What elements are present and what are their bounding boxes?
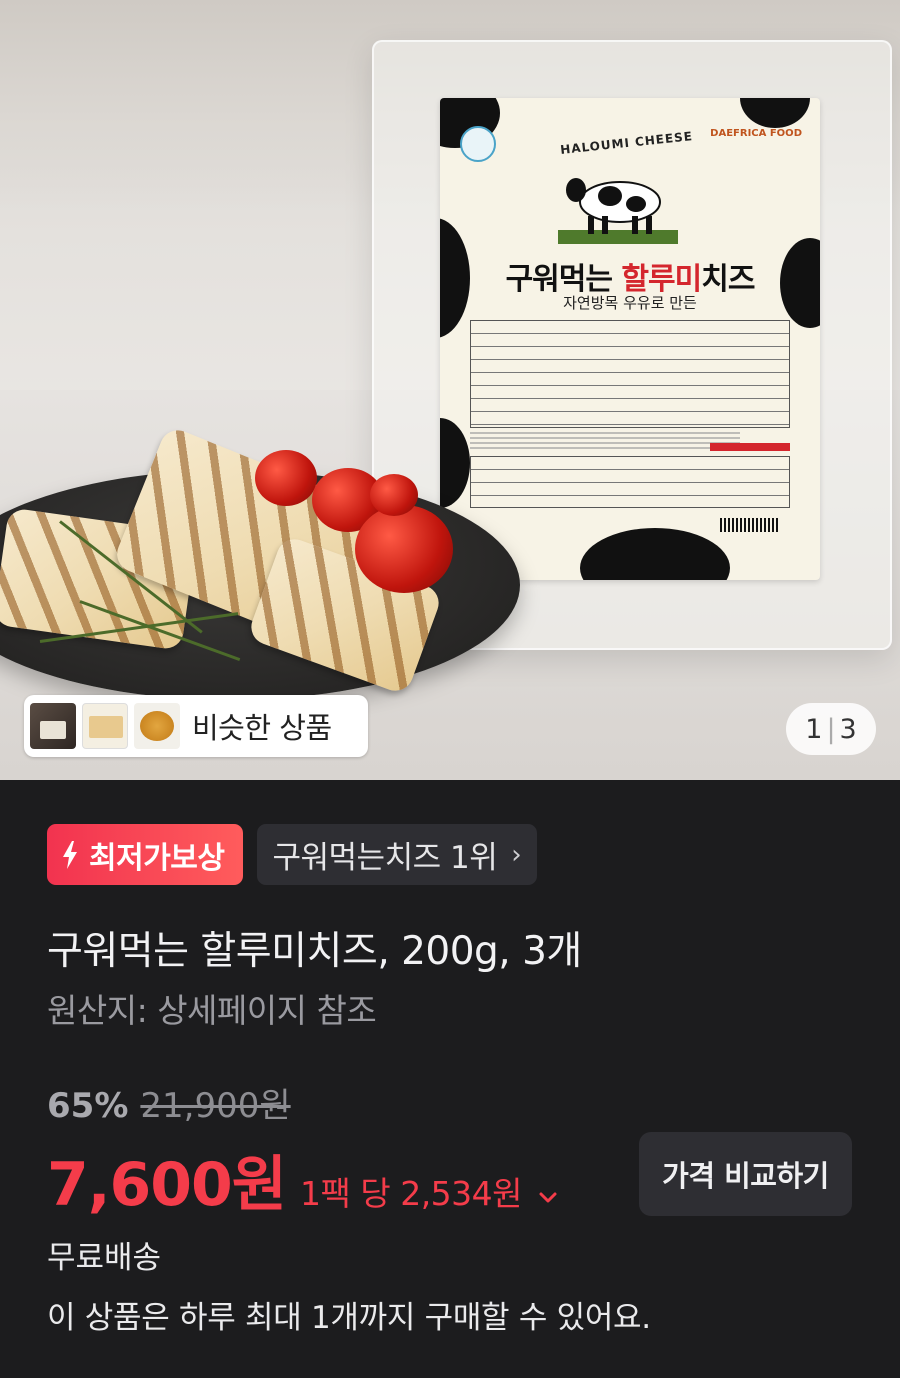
compare-price-button[interactable]: 가격 비교하기 <box>639 1132 852 1216</box>
cherry-tomato <box>255 450 317 506</box>
cow-spot <box>740 98 810 128</box>
discount-row: 65% 21,900원 <box>47 1078 291 1127</box>
cow-icon <box>558 178 678 244</box>
lowest-price-label: 최저가보상 <box>89 840 225 876</box>
cherry-tomato <box>370 474 418 516</box>
rank-label: 구워먹는치즈 1위 <box>272 840 498 876</box>
product-image-carousel[interactable]: DAEFRICA FOOD HALOUMI CHEESE 구워먹는 할루미치즈 … <box>0 0 900 780</box>
similar-thumb <box>30 703 76 749</box>
package-brand: DAEFRICA FOOD <box>710 128 802 139</box>
package-red-label <box>710 443 790 451</box>
similar-products-label: 비슷한 상품 <box>192 711 332 745</box>
unit-price-toggle[interactable]: 1팩 당 2,534원 <box>300 1167 523 1215</box>
cow-spot <box>580 528 730 580</box>
lowest-price-guarantee-badge[interactable]: 최저가보상 <box>47 824 243 885</box>
counter-total: 3 <box>839 713 857 745</box>
package-arc-text: HALOUMI CHEESE <box>559 129 694 157</box>
image-counter: 1 | 3 <box>786 703 876 755</box>
purchase-limit-notice: 이 상품은 하루 최대 1개까지 구매할 수 있어요. <box>47 1300 651 1336</box>
package-fine-print <box>470 432 740 452</box>
similar-products-button[interactable]: 비슷한 상품 <box>24 695 368 757</box>
category-rank-badge[interactable]: 구워먹는치즈 1위 › <box>256 824 538 885</box>
chevron-down-icon[interactable] <box>538 1191 558 1205</box>
cheese-package: DAEFRICA FOOD HALOUMI CHEESE 구워먹는 할루미치즈 … <box>440 98 820 580</box>
original-price: 21,900원 <box>140 1086 291 1126</box>
counter-current: 1 <box>805 713 823 745</box>
sale-price: 7,600원 <box>47 1150 287 1220</box>
package-info-table <box>470 320 790 428</box>
product-origin: 원산지: 상세페이지 참조 <box>47 991 377 1030</box>
similar-thumb <box>82 703 128 749</box>
package-nutrition-table <box>470 456 790 508</box>
similar-thumb <box>134 703 180 749</box>
chevron-right-icon: › <box>511 839 522 870</box>
price-row: 7,600원 1팩 당 2,534원 <box>47 1136 558 1223</box>
product-info-section: 최저가보상 구워먹는치즈 1위 › 구워먹는 할루미치즈, 200g, 3개 원… <box>0 780 900 1378</box>
discount-rate: 65% <box>47 1086 129 1126</box>
product-title: 구워먹는 할루미치즈, 200g, 3개 <box>47 929 582 974</box>
cow-spot <box>440 418 470 508</box>
counter-separator: | <box>826 713 836 745</box>
milk-badge-icon <box>460 126 496 162</box>
lightning-icon <box>63 840 77 869</box>
shipping-info: 무료배송 <box>47 1240 162 1276</box>
cherry-tomato <box>355 505 453 593</box>
package-subtitle: 자연방목 우유로 만든 <box>563 294 697 312</box>
barcode-icon <box>720 518 780 532</box>
badge-row: 최저가보상 구워먹는치즈 1위 › <box>47 824 538 885</box>
